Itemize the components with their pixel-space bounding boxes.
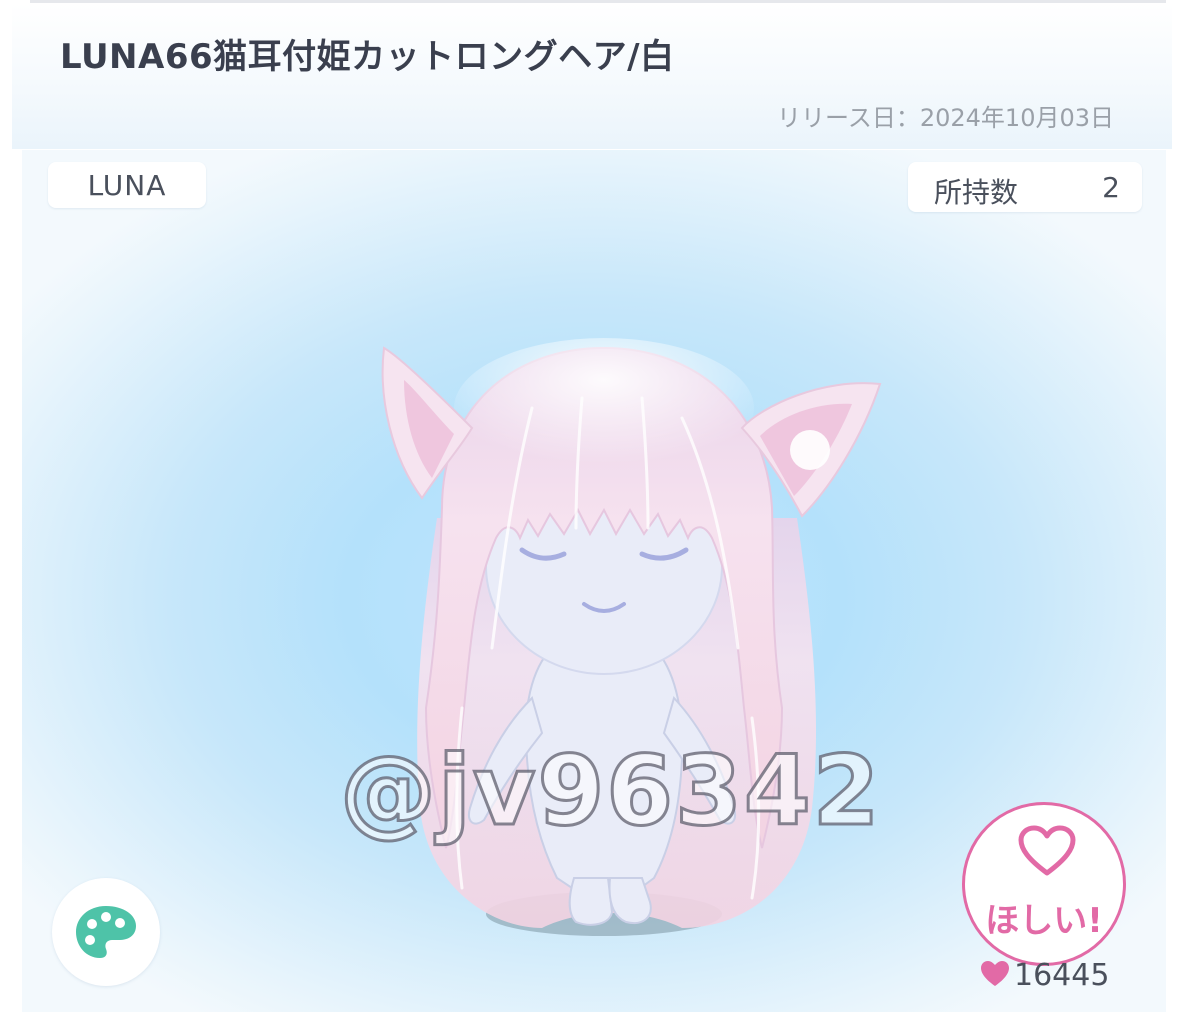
want-button-label: ほしい! [985, 901, 1103, 941]
ear-fur-tuft [790, 430, 830, 470]
item-header: LUNA66猫耳付姫カットロングヘア/白 リリース日：2024年10月03日 [12, 3, 1172, 149]
heart-outline-icon [1018, 825, 1076, 876]
owned-count-badge: 所持数 2 [908, 162, 1142, 212]
release-date-value: 2024年10月03日 [919, 104, 1114, 132]
brand-badge[interactable]: LUNA [48, 162, 206, 208]
release-date-line: リリース日：2024年10月03日 [777, 98, 1114, 133]
color-palette-button[interactable] [52, 878, 160, 986]
item-detail-page: LUNA66猫耳付姫カットロングヘア/白 リリース日：2024年10月03日 L… [0, 0, 1200, 1017]
watermark-text: @jv96342 [338, 735, 882, 847]
release-date-label: リリース日 [777, 104, 896, 132]
palette-icon [76, 906, 136, 958]
item-preview-stage: LUNA 所持数 2 @jv96342 ほしい! 16445 [22, 150, 1166, 1012]
want-button[interactable]: ほしい! [962, 802, 1126, 966]
item-title: LUNA66猫耳付姫カットロングヘア/白 [60, 37, 675, 77]
owned-count-value: 2 [1102, 171, 1120, 204]
like-count: 16445 [980, 958, 1109, 993]
owned-count-label: 所持数 [934, 176, 1019, 209]
avatar-preview [381, 338, 882, 936]
hair-shine [454, 338, 754, 478]
release-date-separator: ： [895, 104, 920, 132]
heart-filled-icon [981, 961, 1009, 986]
like-count-value: 16445 [1014, 958, 1110, 993]
